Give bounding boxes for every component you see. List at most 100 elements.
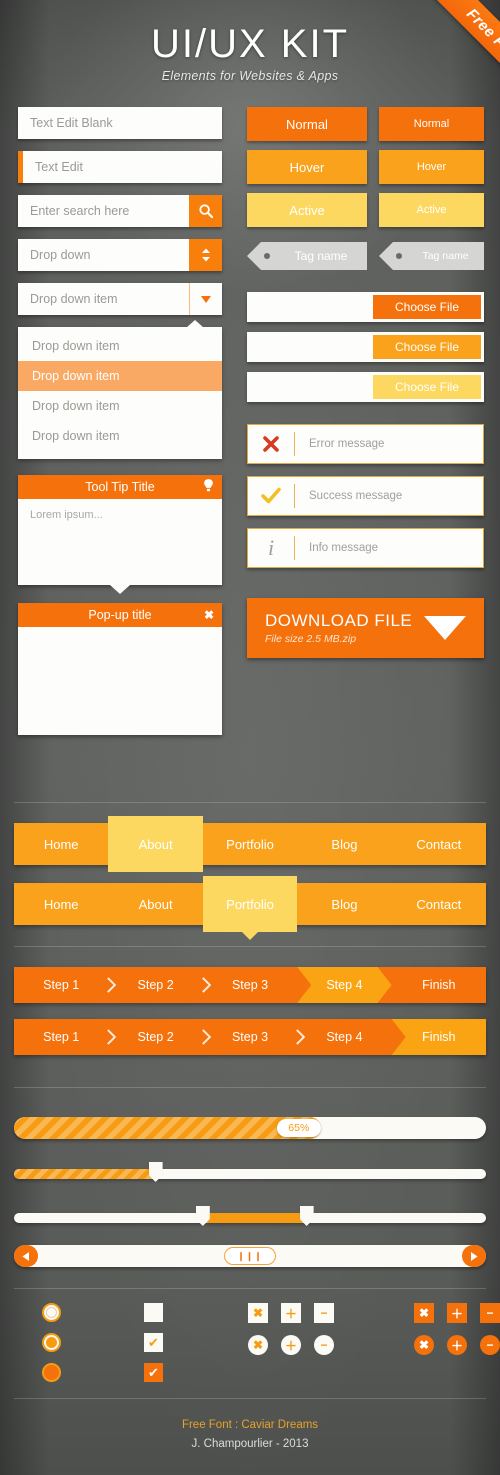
plus-icon[interactable]: ＋ <box>447 1335 467 1355</box>
download-text-group: DOWNLOAD FILE File size 2.5 MB.zip <box>265 611 412 645</box>
error-message: Error message <box>247 424 484 464</box>
dropdown-item-toggle-button[interactable] <box>189 283 222 315</box>
nav-item-portfolio[interactable]: Portfolio <box>203 823 297 865</box>
checkbox-group: ✔ ✔ <box>144 1303 163 1382</box>
checkbox-empty[interactable] <box>144 1303 163 1322</box>
search-icon <box>198 204 213 219</box>
close-icon[interactable]: ✖ <box>414 1335 434 1355</box>
close-icon[interactable]: ✖ <box>248 1303 268 1323</box>
nav-item-contact[interactable]: Contact <box>392 823 486 865</box>
plus-icon[interactable]: ＋ <box>281 1303 301 1323</box>
download-banner[interactable]: DOWNLOAD FILE File size 2.5 MB.zip <box>247 598 484 658</box>
search-field[interactable]: Enter search here <box>18 195 222 227</box>
scrollbar-grip[interactable]: ❙❙❙ <box>224 1247 276 1265</box>
step-item-finish[interactable]: Finish <box>392 967 486 1003</box>
nav-item-home[interactable]: Home <box>14 823 108 865</box>
step-label: Step 1 <box>43 978 80 992</box>
step-item-4-active[interactable]: Step 4 <box>297 967 391 1003</box>
step-item-4[interactable]: Step 4 <box>297 1019 391 1055</box>
checkbox-filled[interactable]: ✔ <box>144 1363 163 1382</box>
choose-file-button[interactable]: Choose File <box>373 295 481 319</box>
file-input-active[interactable]: Choose File <box>247 372 484 402</box>
nav-item-blog[interactable]: Blog <box>297 883 391 925</box>
minus-icon[interactable]: − <box>314 1335 334 1355</box>
navbar-primary: Home About Portfolio Blog Contact <box>14 816 486 872</box>
slider-handle[interactable] <box>148 1162 163 1182</box>
radio-inner <box>46 1337 57 1348</box>
choose-file-button[interactable]: Choose File <box>373 335 481 359</box>
error-message-text: Error message <box>309 438 385 450</box>
button-hover[interactable]: Hover <box>247 150 367 184</box>
messages-group: Error message Success message i Info mes… <box>247 424 484 568</box>
step-item-1[interactable]: Step 1 <box>14 1019 117 1055</box>
slider-handle-right[interactable] <box>299 1206 314 1226</box>
action-icons-solid: ✖ ＋ − ✖ ＋ − <box>414 1303 500 1355</box>
step-item-3[interactable]: Step 3 <box>203 967 297 1003</box>
text-edit-blank-field[interactable]: Text Edit Blank <box>18 107 222 139</box>
step-item-2[interactable]: Step 2 <box>108 967 212 1003</box>
search-button[interactable] <box>189 195 222 227</box>
plus-icon[interactable]: ＋ <box>447 1303 467 1323</box>
slider-range-fill <box>202 1213 307 1223</box>
minus-icon[interactable]: − <box>480 1303 500 1323</box>
close-icon[interactable]: ✖ <box>248 1335 268 1355</box>
step-item-2[interactable]: Step 2 <box>108 1019 212 1055</box>
scrollbar[interactable]: ❙❙❙ <box>14 1245 486 1267</box>
info-icon: i <box>267 535 275 560</box>
nav-item-portfolio[interactable]: Portfolio <box>202 876 298 932</box>
text-edit-field[interactable]: Text Edit <box>18 151 222 183</box>
dropdown-item-field[interactable]: Drop down item <box>18 283 222 315</box>
close-icon[interactable]: ✖ <box>204 608 214 622</box>
step-label: Step 4 <box>326 978 363 992</box>
button-normal[interactable]: Normal <box>247 107 367 141</box>
checkbox-checked[interactable]: ✔ <box>144 1333 163 1352</box>
tag-large[interactable]: Tag name <box>247 242 367 270</box>
minus-icon[interactable]: − <box>480 1335 500 1355</box>
dropdown-list-item-selected[interactable]: Drop down item <box>18 361 222 391</box>
button-small-normal[interactable]: Normal <box>379 107 484 141</box>
step-item-1[interactable]: Step 1 <box>14 967 117 1003</box>
step-item-finish-active[interactable]: Finish <box>391 1019 487 1055</box>
radio-dot[interactable] <box>42 1333 61 1352</box>
footer: Free Font : Caviar Dreams J. Champourlie… <box>0 1419 500 1450</box>
dropdown-field[interactable]: Drop down <box>18 239 222 271</box>
button-states-group: Normal Hover Active Normal Hover Active <box>247 107 484 236</box>
divider <box>14 1398 486 1399</box>
file-input-hover[interactable]: Choose File <box>247 332 484 362</box>
updown-arrows-icon <box>201 248 210 262</box>
tag-small[interactable]: Tag name <box>379 242 484 270</box>
divider <box>14 1288 486 1289</box>
scroll-left-button[interactable] <box>14 1245 38 1267</box>
slider-handle-left[interactable] <box>195 1206 210 1226</box>
slider-single[interactable] <box>14 1162 486 1182</box>
nav-item-about[interactable]: About <box>108 883 202 925</box>
dropdown-list-item[interactable]: Drop down item <box>18 421 222 451</box>
radio-filled[interactable] <box>42 1363 61 1382</box>
nav-item-contact[interactable]: Contact <box>392 883 486 925</box>
plus-icon[interactable]: ＋ <box>281 1335 301 1355</box>
nav-item-about[interactable]: About <box>108 816 203 872</box>
dropdown-list-item[interactable]: Drop down item <box>18 331 222 361</box>
button-active[interactable]: Active <box>247 193 367 227</box>
ribbon-label: Free PSD <box>420 0 500 110</box>
nav-item-blog[interactable]: Blog <box>297 823 391 865</box>
info-message-text: Info message <box>309 542 379 554</box>
dropdown-stepper-button[interactable] <box>189 239 222 271</box>
scroll-right-button[interactable] <box>462 1245 486 1267</box>
success-message-text: Success message <box>309 490 403 502</box>
slider-range[interactable] <box>14 1206 486 1226</box>
nav-item-home[interactable]: Home <box>14 883 108 925</box>
progress-bar[interactable]: 65% <box>14 1117 486 1139</box>
dropdown-list-item[interactable]: Drop down item <box>18 391 222 421</box>
cross-icon <box>248 434 294 454</box>
button-small-hover[interactable]: Hover <box>379 150 484 184</box>
minus-icon[interactable]: − <box>314 1303 334 1323</box>
free-psd-ribbon: Free PSD <box>390 0 500 110</box>
close-icon[interactable]: ✖ <box>414 1303 434 1323</box>
choose-file-button[interactable]: Choose File <box>373 375 481 399</box>
radio-empty[interactable] <box>42 1303 61 1322</box>
step-item-3[interactable]: Step 3 <box>203 1019 306 1055</box>
button-small-active[interactable]: Active <box>379 193 484 227</box>
action-icons-square-row: ✖ ＋ − <box>248 1303 334 1323</box>
file-input-normal[interactable]: Choose File <box>247 292 484 322</box>
